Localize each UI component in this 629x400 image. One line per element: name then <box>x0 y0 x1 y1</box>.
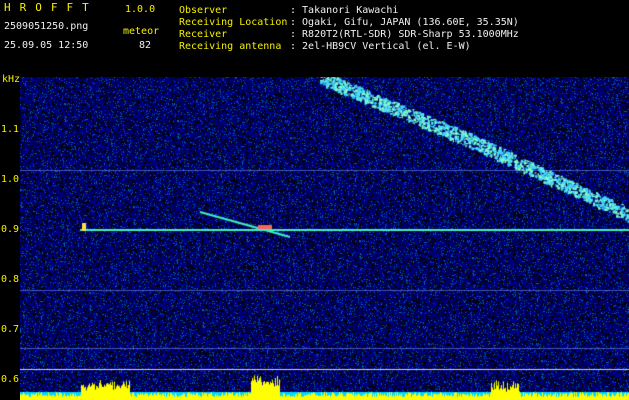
y-axis-unit: kHz <box>2 74 21 85</box>
y-tick-label: 0.7 <box>1 324 20 335</box>
spectrogram-panel <box>20 77 629 400</box>
app-name: HROFFT <box>4 1 98 14</box>
info-value-antenna: : 2el-HB9CV Vertical (el. E-W) <box>290 41 471 52</box>
y-tick-label: 1.0 <box>1 174 20 185</box>
info-key-receiver: Receiver <box>179 29 228 40</box>
mode-label: meteor <box>123 26 160 37</box>
y-tick-label: 0.6 <box>1 374 20 385</box>
y-tick-label: 0.8 <box>1 274 20 285</box>
file-name: 2509051250.png <box>4 21 89 32</box>
meteor-count: 82 <box>139 40 152 51</box>
y-tick-label: 0.9 <box>1 224 20 235</box>
info-key-antenna: Receiving antenna <box>179 41 282 52</box>
hrofft-window: HROFFT 1.0.0 2509051250.png meteor 25.09… <box>0 0 629 400</box>
info-value-observer: : Takanori Kawachi <box>290 5 399 16</box>
info-key-observer: Observer <box>179 5 228 16</box>
y-tick-label: 1.1 <box>1 124 20 135</box>
app-version: 1.0.0 <box>125 4 156 15</box>
info-value-location: : Ogaki, Gifu, JAPAN (136.60E, 35.35N) <box>290 17 519 28</box>
info-value-receiver: : R820T2(RTL-SDR) SDR-Sharp 53.1000MHz <box>290 29 519 40</box>
date-time: 25.09.05 12:50 <box>4 40 89 51</box>
info-key-location: Receiving Location <box>179 17 288 28</box>
